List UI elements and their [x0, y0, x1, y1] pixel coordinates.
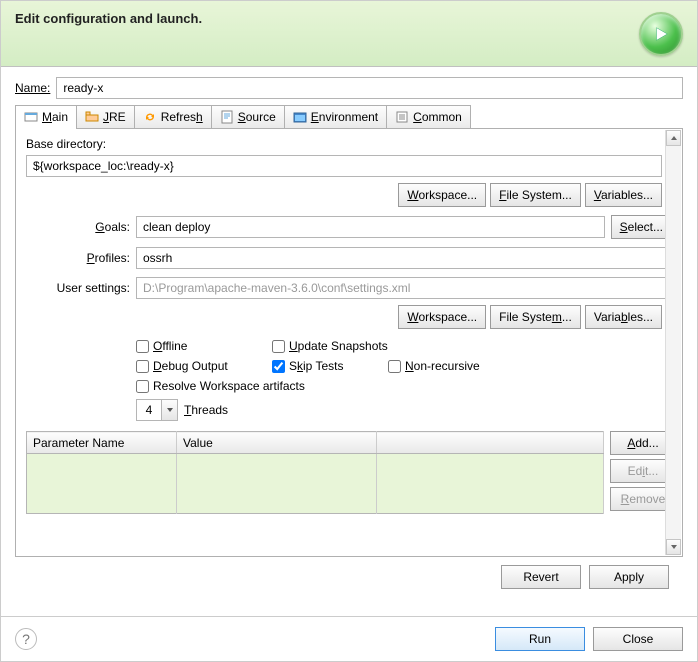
table-row[interactable] — [27, 454, 604, 474]
skip-tests-checkbox-label[interactable]: Skip Tests — [272, 359, 362, 373]
debug-output-checkbox[interactable] — [136, 360, 149, 373]
jre-tab-icon — [85, 110, 99, 124]
user-settings-buttons: Workspace... File System... Variables... — [26, 305, 662, 329]
offline-checkbox-label[interactable]: Offline — [136, 339, 246, 353]
workspace-button[interactable]: Workspace... — [398, 183, 486, 207]
environment-tab-icon — [293, 110, 307, 124]
tab-refresh-label: Refresh — [161, 110, 203, 124]
threads-row: Threads — [136, 399, 672, 421]
apply-button[interactable]: Apply — [589, 565, 669, 589]
param-col-blank[interactable] — [377, 432, 604, 454]
tab-jre-label: JRE — [103, 110, 126, 124]
tab-source-label: Source — [238, 110, 276, 124]
name-row: Name: — [15, 77, 683, 99]
resolve-workspace-checkbox-label[interactable]: Resolve Workspace artifacts — [136, 379, 305, 393]
refresh-tab-icon — [143, 110, 157, 124]
tab-environment-label: Environment — [311, 110, 378, 124]
tab-common[interactable]: Common — [386, 105, 471, 128]
source-tab-icon — [220, 110, 234, 124]
resolve-workspace-checkbox[interactable] — [136, 380, 149, 393]
tab-main-label: Main — [42, 110, 68, 124]
launch-config-dialog: Edit configuration and launch. Name: Mai… — [0, 0, 698, 662]
tab-common-label: Common — [413, 110, 462, 124]
tab-source[interactable]: Source — [211, 105, 285, 128]
tab-bar: Main JRE Refresh Source Environment Comm… — [15, 105, 683, 129]
non-recursive-checkbox-label[interactable]: Non-recursive — [388, 359, 480, 373]
checkbox-group: Offline Update Snapshots Debug Output Sk… — [136, 339, 672, 393]
run-indicator-icon — [639, 12, 683, 56]
debug-output-checkbox-label[interactable]: Debug Output — [136, 359, 246, 373]
table-row[interactable] — [27, 474, 604, 494]
name-label: Name: — [15, 81, 50, 95]
update-snapshots-checkbox[interactable] — [272, 340, 285, 353]
workspace-button-2[interactable]: Workspace... — [398, 305, 486, 329]
non-recursive-checkbox[interactable] — [388, 360, 401, 373]
threads-label: Threads — [184, 403, 228, 417]
goals-label: Goals: — [26, 220, 130, 234]
offline-checkbox[interactable] — [136, 340, 149, 353]
param-col-value[interactable]: Value — [177, 432, 377, 454]
close-button[interactable]: Close — [593, 627, 683, 651]
run-button[interactable]: Run — [495, 627, 585, 651]
threads-spinner-button[interactable] — [162, 399, 178, 421]
base-dir-label: Base directory: — [26, 137, 672, 151]
threads-spinner[interactable] — [136, 399, 178, 421]
tab-panel-main: Base directory: Workspace... File System… — [15, 129, 683, 557]
user-settings-row: User settings: — [26, 277, 672, 299]
skip-tests-checkbox[interactable] — [272, 360, 285, 373]
dialog-body: Name: Main JRE Refresh Source Envi — [1, 67, 697, 616]
scrollbar[interactable] — [665, 130, 681, 555]
file-system-button[interactable]: File System... — [490, 183, 581, 207]
parameters-area: Parameter Name Value Add... Edit... Re — [26, 431, 676, 514]
main-tab-icon — [24, 110, 38, 124]
parameters-table[interactable]: Parameter Name Value — [26, 431, 604, 514]
param-col-name[interactable]: Parameter Name — [27, 432, 177, 454]
variables-button-2[interactable]: Variables... — [585, 305, 662, 329]
threads-input[interactable] — [136, 399, 162, 421]
update-snapshots-checkbox-label[interactable]: Update Snapshots — [272, 339, 388, 353]
profiles-input[interactable] — [136, 247, 668, 269]
tab-refresh[interactable]: Refresh — [134, 105, 212, 128]
base-dir-buttons: Workspace... File System... Variables... — [26, 183, 662, 207]
scroll-down-button[interactable] — [666, 539, 681, 555]
select-goals-button[interactable]: Select... — [611, 215, 672, 239]
name-input[interactable] — [56, 77, 683, 99]
profiles-row: Profiles: — [26, 247, 672, 269]
goals-input[interactable] — [136, 216, 605, 238]
action-row: Revert Apply — [15, 557, 683, 597]
common-tab-icon — [395, 110, 409, 124]
revert-button[interactable]: Revert — [501, 565, 581, 589]
footer-buttons: Run Close — [495, 627, 683, 651]
goals-row: Goals: Select... — [26, 215, 672, 239]
help-icon[interactable]: ? — [15, 628, 37, 650]
file-system-button-2[interactable]: File System... — [490, 305, 581, 329]
dialog-header: Edit configuration and launch. — [1, 1, 697, 67]
variables-button[interactable]: Variables... — [585, 183, 662, 207]
profiles-label: Profiles: — [26, 251, 130, 265]
dialog-title: Edit configuration and launch. — [15, 11, 202, 26]
dialog-footer: ? Run Close — [1, 616, 697, 661]
user-settings-label: User settings: — [26, 281, 130, 295]
user-settings-input[interactable] — [136, 277, 668, 299]
tab-environment[interactable]: Environment — [284, 105, 387, 128]
table-row[interactable] — [27, 494, 604, 514]
scroll-up-button[interactable] — [666, 130, 681, 146]
base-dir-input[interactable] — [26, 155, 662, 177]
tab-jre[interactable]: JRE — [76, 105, 135, 128]
tab-main[interactable]: Main — [15, 105, 77, 128]
